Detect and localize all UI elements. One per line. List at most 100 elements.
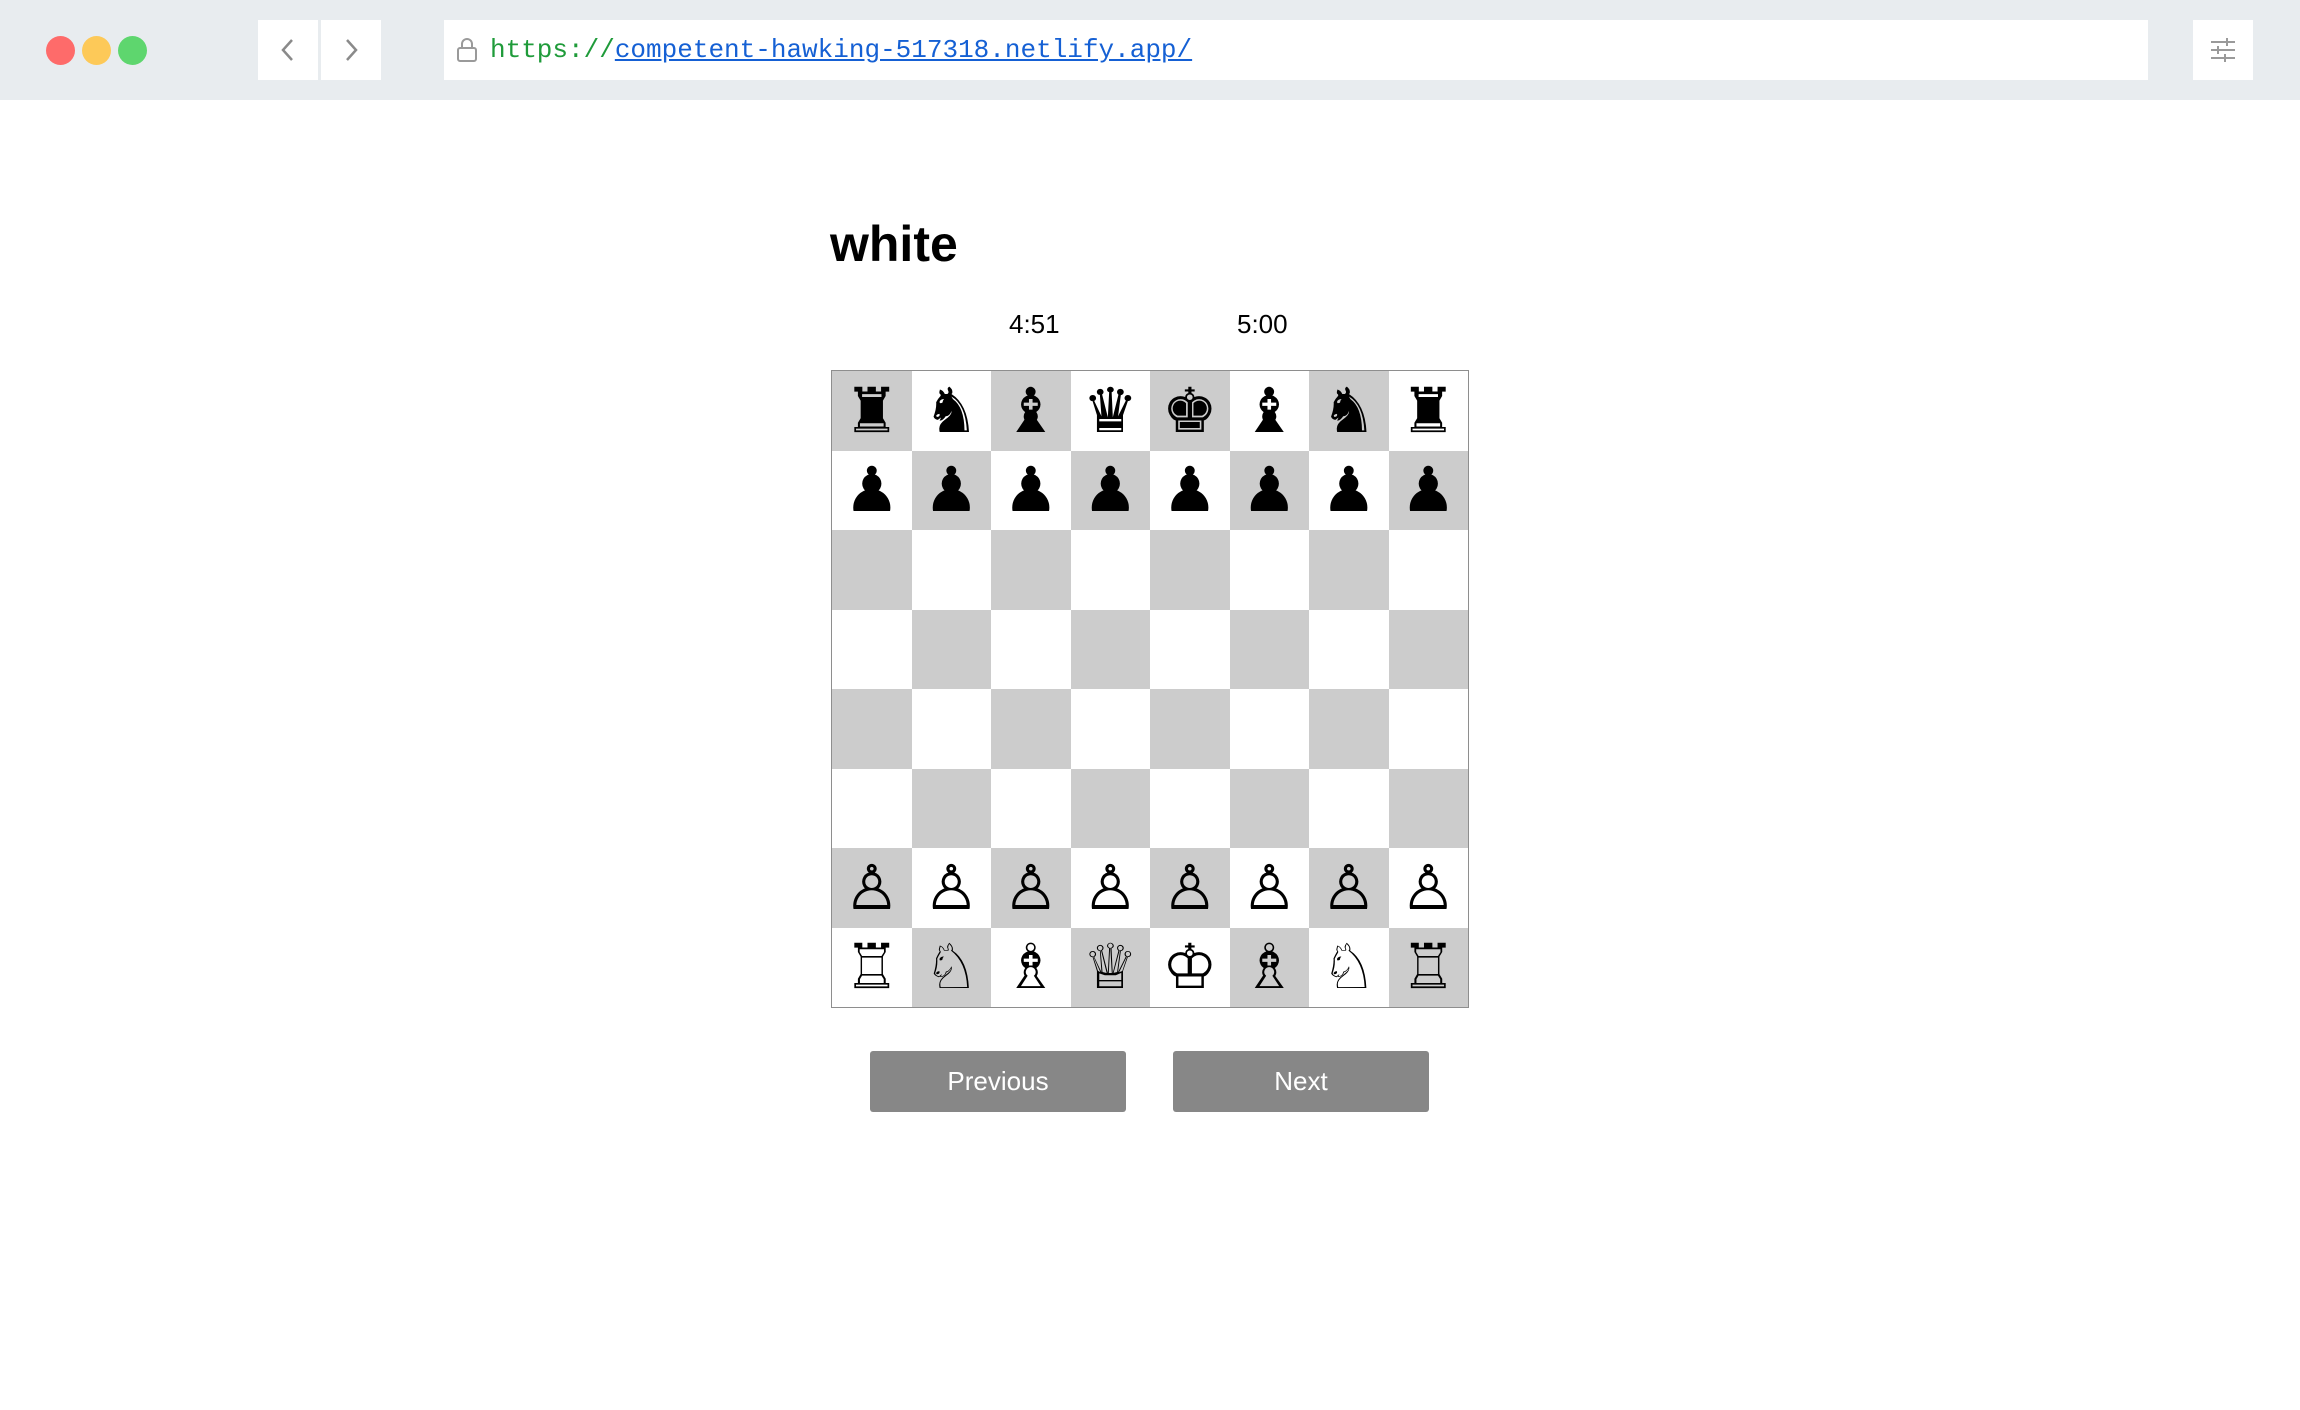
back-button[interactable] [258,20,318,80]
board-square[interactable] [832,768,912,848]
board-square[interactable] [911,530,991,610]
board-square[interactable] [1309,768,1389,848]
white-pawn-icon[interactable]: ♙ [1241,856,1297,919]
board-square[interactable]: ♙ [911,848,991,928]
board-square[interactable] [1070,689,1150,769]
board-square[interactable] [832,609,912,689]
black-pawn-icon[interactable]: ♟ [1082,459,1138,521]
black-rook-icon[interactable]: ♜ [1400,379,1456,442]
board-square[interactable] [1388,609,1468,689]
board-square[interactable] [1150,609,1230,689]
board-square[interactable] [911,689,991,769]
board-square[interactable]: ♟ [911,450,991,530]
board-square[interactable] [1070,530,1150,610]
board-square[interactable]: ♟ [1388,450,1468,530]
white-knight-icon[interactable]: ♘ [923,936,979,998]
board-square[interactable]: ♙ [991,848,1071,928]
board-square[interactable]: ♙ [832,848,912,928]
board-square[interactable]: ♟ [1309,450,1389,530]
board-square[interactable]: ♜ [832,371,912,451]
board-square[interactable]: ♟ [1229,450,1309,530]
black-knight-icon[interactable]: ♞ [1321,379,1377,442]
board-square[interactable] [911,609,991,689]
board-square[interactable] [832,689,912,769]
white-pawn-icon[interactable]: ♙ [1003,856,1059,919]
board-square[interactable] [1388,689,1468,769]
board-square[interactable] [1150,689,1230,769]
white-bishop-icon[interactable]: ♗ [1241,936,1297,998]
black-bishop-icon[interactable]: ♝ [1003,379,1059,442]
white-pawn-icon[interactable]: ♙ [1400,856,1456,919]
board-square[interactable] [911,768,991,848]
board-square[interactable]: ♝ [1229,371,1309,451]
close-window-button[interactable] [46,36,75,65]
board-square[interactable] [991,609,1071,689]
board-square[interactable] [1309,609,1389,689]
black-rook-icon[interactable]: ♜ [844,379,900,442]
white-pawn-icon[interactable]: ♙ [1082,856,1138,919]
black-pawn-icon[interactable]: ♟ [844,459,900,521]
board-square[interactable]: ♟ [1070,450,1150,530]
board-square[interactable]: ♘ [1309,927,1389,1007]
board-square[interactable]: ♘ [911,927,991,1007]
board-square[interactable]: ♞ [1309,371,1389,451]
board-square[interactable]: ♙ [1309,848,1389,928]
board-square[interactable] [1070,768,1150,848]
minimize-window-button[interactable] [82,36,111,65]
white-rook-icon[interactable]: ♖ [1400,936,1456,998]
board-square[interactable]: ♙ [1150,848,1230,928]
board-square[interactable] [1309,530,1389,610]
white-pawn-icon[interactable]: ♙ [923,856,979,919]
board-square[interactable]: ♟ [832,450,912,530]
board-square[interactable]: ♛ [1070,371,1150,451]
board-square[interactable] [1229,689,1309,769]
board-square[interactable]: ♙ [1229,848,1309,928]
board-square[interactable] [1150,530,1230,610]
address-bar[interactable]: https://competent-hawking-517318.netlify… [444,20,2148,80]
black-pawn-icon[interactable]: ♟ [1321,459,1377,521]
board-square[interactable]: ♗ [991,927,1071,1007]
board-square[interactable]: ♜ [1388,371,1468,451]
board-square[interactable]: ♟ [991,450,1071,530]
board-square[interactable]: ♙ [1070,848,1150,928]
black-king-icon[interactable]: ♚ [1162,379,1218,442]
board-square[interactable]: ♗ [1229,927,1309,1007]
board-square[interactable]: ♞ [911,371,991,451]
forward-button[interactable] [321,20,381,80]
white-pawn-icon[interactable]: ♙ [1162,856,1218,919]
white-queen-icon[interactable]: ♕ [1082,936,1138,998]
white-pawn-icon[interactable]: ♙ [1321,856,1377,919]
black-pawn-icon[interactable]: ♟ [1400,459,1456,521]
board-square[interactable]: ♝ [991,371,1071,451]
board-square[interactable]: ♕ [1070,927,1150,1007]
board-square[interactable] [1229,609,1309,689]
board-square[interactable] [1388,768,1468,848]
white-bishop-icon[interactable]: ♗ [1003,936,1059,998]
board-square[interactable] [1229,768,1309,848]
board-square[interactable] [1070,609,1150,689]
board-square[interactable]: ♖ [832,927,912,1007]
black-pawn-icon[interactable]: ♟ [1241,459,1297,521]
board-square[interactable] [991,689,1071,769]
maximize-window-button[interactable] [118,36,147,65]
board-square[interactable] [832,530,912,610]
board-square[interactable]: ♚ [1150,371,1230,451]
board-square[interactable]: ♖ [1388,927,1468,1007]
board-square[interactable]: ♟ [1150,450,1230,530]
url-text[interactable]: https://competent-hawking-517318.netlify… [490,35,1192,65]
black-queen-icon[interactable]: ♛ [1082,379,1138,442]
previous-button[interactable]: Previous [870,1051,1126,1112]
board-square[interactable] [1388,530,1468,610]
next-button[interactable]: Next [1173,1051,1429,1112]
board-square[interactable] [991,768,1071,848]
white-king-icon[interactable]: ♔ [1162,936,1218,998]
board-square[interactable]: ♔ [1150,927,1230,1007]
white-rook-icon[interactable]: ♖ [844,936,900,998]
url-host[interactable]: competent-hawking-517318.netlify.app/ [615,35,1192,65]
black-knight-icon[interactable]: ♞ [923,379,979,442]
settings-button[interactable] [2193,20,2253,80]
white-pawn-icon[interactable]: ♙ [844,856,900,919]
board-square[interactable]: ♙ [1388,848,1468,928]
white-knight-icon[interactable]: ♘ [1321,936,1377,998]
black-bishop-icon[interactable]: ♝ [1241,379,1297,442]
